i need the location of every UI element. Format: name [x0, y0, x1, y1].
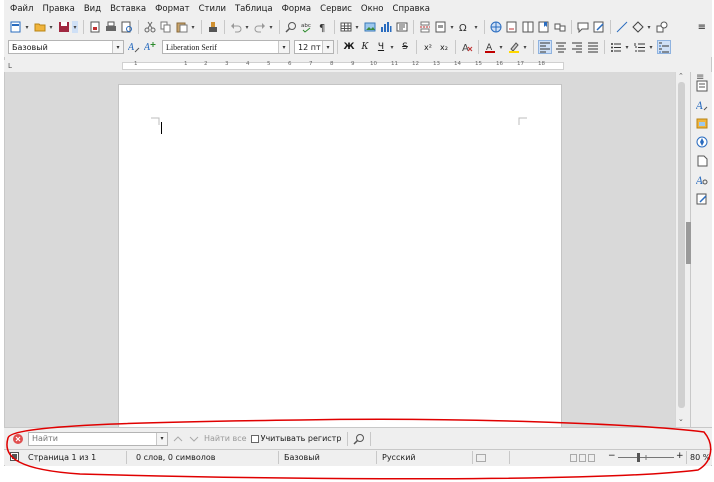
red-highlight-ellipse [6, 418, 712, 480]
